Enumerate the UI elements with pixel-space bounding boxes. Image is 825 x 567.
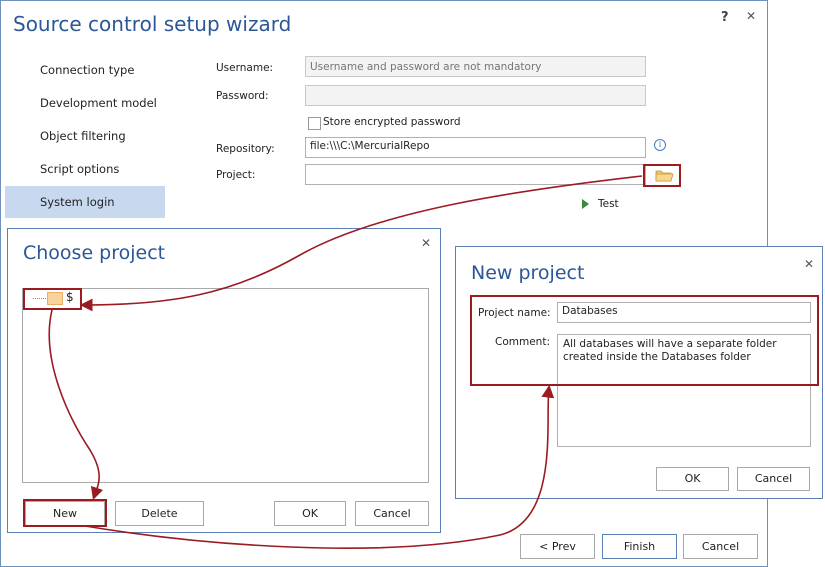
arrow-browse-to-tree bbox=[79, 175, 643, 312]
arrow-tree-to-new bbox=[48, 309, 104, 501]
annotation-arrows bbox=[48, 175, 643, 549]
arrow-new-to-dialog bbox=[84, 384, 555, 549]
